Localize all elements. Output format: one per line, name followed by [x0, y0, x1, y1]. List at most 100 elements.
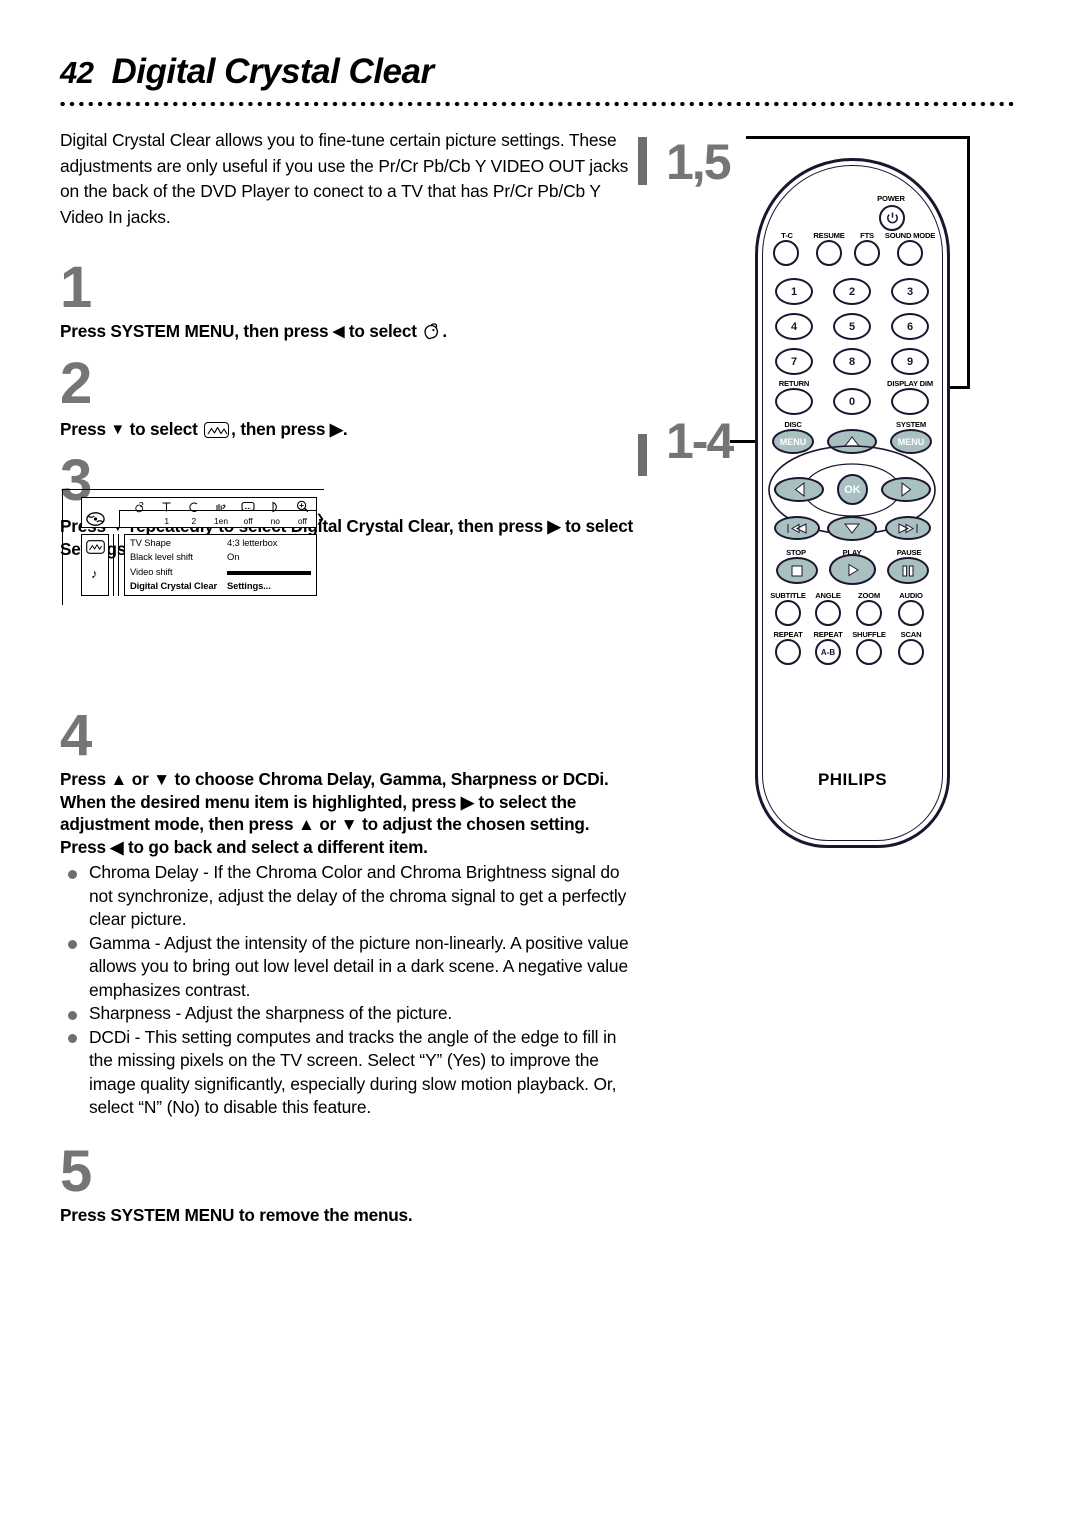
picture-settings-tab-icon — [86, 540, 105, 559]
t-c-button[interactable] — [773, 240, 799, 266]
step-2-text-before: Press — [60, 418, 106, 439]
osd-row-label: Digital Crystal Clear — [130, 580, 217, 592]
key-8-button[interactable]: 8 — [833, 348, 871, 375]
sound-settings-tab-icon: ♪ — [91, 566, 98, 581]
pause-label: PAUSE — [896, 548, 922, 557]
osd-row-video-shift[interactable]: Video shift — [125, 564, 316, 579]
osd-row-slider[interactable] — [227, 566, 316, 577]
rewind-icon — [787, 522, 807, 534]
step-5-number: 5 — [60, 1138, 92, 1204]
zoom-button[interactable] — [856, 600, 882, 626]
subtitle-button[interactable] — [775, 600, 801, 626]
key-0-button[interactable]: 0 — [833, 388, 871, 415]
ok-button[interactable]: OK — [837, 474, 868, 505]
return-button[interactable] — [775, 388, 813, 415]
display-dim-button[interactable] — [891, 388, 929, 415]
page-header: 42 Digital Crystal Clear — [60, 52, 1020, 107]
play-button[interactable] — [829, 554, 876, 585]
sound-mode-label: SOUND MODE — [884, 231, 936, 240]
fts-button[interactable] — [854, 240, 880, 266]
nav-down-button[interactable] — [827, 516, 877, 541]
page-number: 42 — [60, 55, 94, 90]
step-5-text: Press SYSTEM MENU to remove the menus. — [60, 1204, 413, 1225]
osd-more-arrow-icon: ❯ — [315, 513, 325, 525]
chapter-icon — [180, 499, 207, 514]
change-bar — [638, 137, 647, 185]
osd-row-value: 4:3 letterbox — [227, 536, 278, 548]
previous-track-button[interactable] — [774, 516, 820, 540]
step-1-text-before: Press SYSTEM MENU, then press — [60, 321, 329, 341]
disc-mode-icon — [126, 499, 153, 514]
stop-button[interactable] — [776, 557, 818, 584]
step-2: 2 Press ▼ to select , then press ▶. — [60, 354, 635, 441]
return-label: RETURN — [778, 379, 810, 388]
osd-row-digital-crystal-clear[interactable]: Digital Crystal Clear Settings... — [125, 579, 316, 594]
callout-steps-1-4: 1-4 — [666, 413, 734, 469]
angle-label: ANGLE — [815, 591, 841, 600]
key-6-button[interactable]: 6 — [891, 313, 929, 340]
resume-button[interactable] — [816, 240, 842, 266]
osd-value-row: 1 2 1en off no off — [126, 514, 316, 528]
sound-mode-button[interactable] — [897, 240, 923, 266]
osd-value-subtitle: off — [243, 516, 253, 526]
step-1-text: Press SYSTEM MENU, then press ◀ to selec… — [60, 320, 635, 343]
pause-button[interactable] — [887, 557, 929, 584]
key-3-button[interactable]: 3 — [891, 278, 929, 305]
nav-right-button[interactable] — [881, 477, 931, 502]
osd-settings-list: TV Shape 4:3 letterbox Black level shift… — [124, 534, 317, 596]
power-button[interactable] — [879, 205, 905, 231]
step-5: 5 Press SYSTEM MENU to remove the menus. — [60, 1138, 635, 1227]
key-9-button[interactable]: 9 — [891, 348, 929, 375]
repeat-ab-label: A-B — [820, 647, 836, 657]
osd-disc-cell — [82, 498, 120, 527]
remote-control: POWER T-C RESUME FTS SOUND MODE 1 2 3 4 … — [755, 158, 950, 848]
osd-value-language: 1en — [214, 516, 228, 526]
system-label: SYSTEM — [895, 420, 927, 429]
next-track-button[interactable] — [885, 516, 931, 540]
audio-button[interactable] — [898, 600, 924, 626]
audio-label: AUDIO — [899, 591, 923, 600]
key-1-button[interactable]: 1 — [775, 278, 813, 305]
instructions-column: Digital Crystal Clear allows you to fine… — [60, 128, 635, 1226]
osd-side-tabs: ♪ — [81, 534, 109, 596]
repeat-button[interactable] — [775, 639, 801, 665]
key-7-button[interactable]: 7 — [775, 348, 813, 375]
osd-icon-row — [126, 499, 316, 514]
fast-forward-icon — [898, 522, 918, 534]
change-bar — [638, 434, 647, 476]
remote-control-illustration: 1,5 1-4 POWER T-C RESUME FTS SOUND MODE … — [650, 120, 1050, 880]
zoom-icon — [289, 499, 316, 514]
osd-row-black-level-shift[interactable]: Black level shift On — [125, 550, 316, 565]
key-5-button[interactable]: 5 — [833, 313, 871, 340]
stop-label: STOP — [786, 548, 806, 557]
key-2-button[interactable]: 2 — [833, 278, 871, 305]
display-subtitle-icon — [235, 499, 262, 514]
zoom-label: ZOOM — [858, 591, 880, 600]
page-title: 42 Digital Crystal Clear — [60, 52, 1020, 92]
shuffle-label: SHUFFLE — [852, 630, 886, 639]
down-arrow-icon: ▼ — [110, 420, 126, 438]
osd-value-chapter: 2 — [191, 516, 197, 526]
step-1-number: 1 — [60, 255, 92, 320]
step-1-text-after: to select — [348, 321, 417, 341]
repeat-ab-button[interactable]: A-B — [815, 639, 841, 665]
osd-row-tv-shape[interactable]: TV Shape 4:3 letterbox — [125, 535, 316, 550]
osd-row-value: On — [227, 551, 240, 563]
leader-line-horizontal — [746, 136, 970, 139]
power-label: POWER — [877, 194, 905, 203]
disc-label: DISC — [784, 420, 802, 429]
nav-left-button[interactable] — [774, 477, 824, 502]
step-2-text: Press ▼ to select , then press ▶. — [60, 418, 635, 441]
left-arrow-icon: ◀ — [332, 323, 345, 340]
intro-paragraph: Digital Crystal Clear allows you to fine… — [60, 130, 629, 227]
shuffle-button[interactable] — [856, 639, 882, 665]
key-4-button[interactable]: 4 — [775, 313, 813, 340]
philips-logo: PHILIPS — [818, 770, 887, 789]
scan-button[interactable] — [898, 639, 924, 665]
angle-button[interactable] — [815, 600, 841, 626]
page-title-text: Digital Crystal Clear — [111, 52, 434, 91]
step-1-trailing: . — [442, 321, 447, 341]
osd-row-label: Black level shift — [130, 551, 193, 563]
osd-row-value: Settings... — [227, 580, 271, 592]
down-arrow-icon — [844, 523, 860, 534]
